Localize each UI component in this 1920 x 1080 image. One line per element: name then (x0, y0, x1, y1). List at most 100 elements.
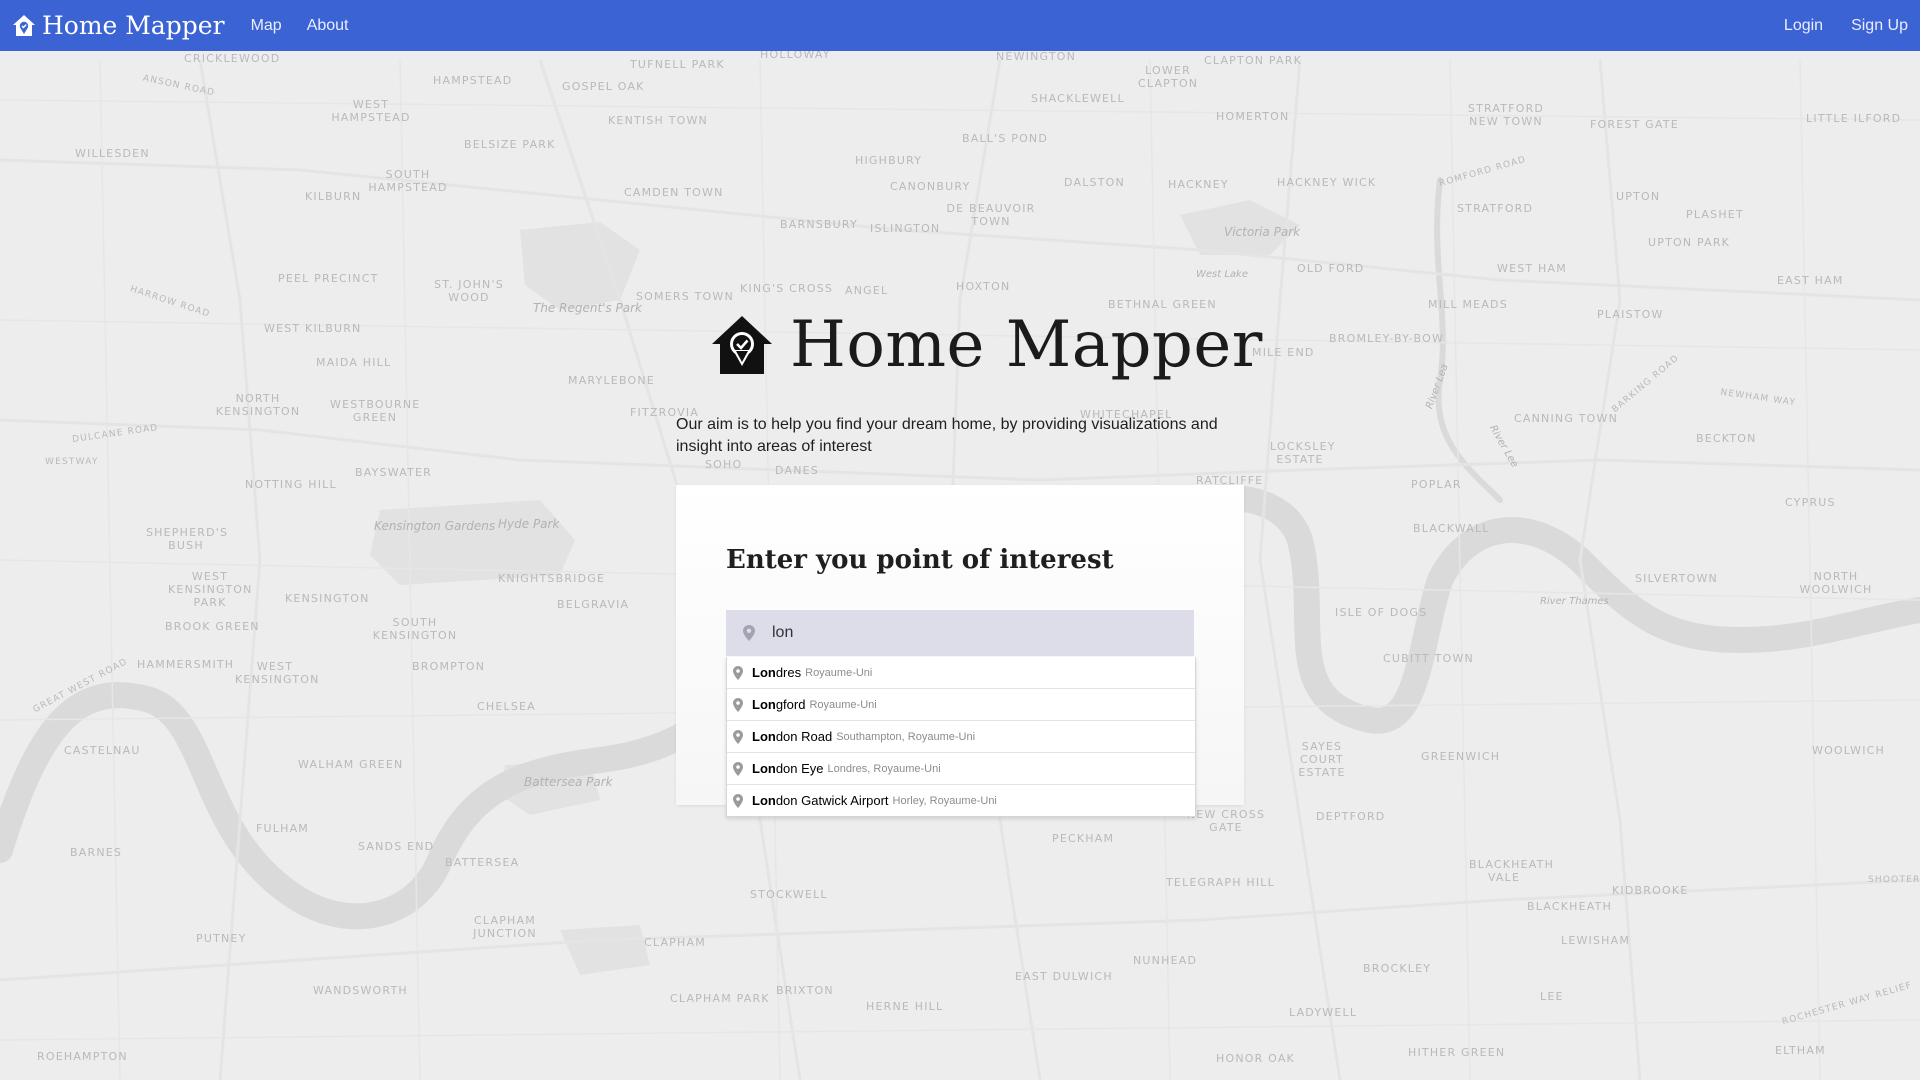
nav-link-about[interactable]: About (307, 17, 349, 35)
map-label: SILVERTOWN (1635, 572, 1718, 585)
map-label: WEST HAMPSTEAD (331, 98, 411, 124)
map-label: WEST HAM (1497, 262, 1567, 275)
map-label: CHELSEA (477, 700, 536, 713)
suggestion-match: Lon (752, 665, 776, 680)
map-label: TUFNELL PARK (630, 58, 725, 71)
map-label: DANES (775, 464, 819, 477)
brand-link[interactable]: Home Mapper (12, 11, 225, 40)
map-label: BELSIZE PARK (464, 138, 556, 151)
map-label: ELTHAM (1775, 1044, 1826, 1057)
map-label: CYPRUS (1785, 496, 1836, 509)
map-label: MAIDA HILL (316, 356, 392, 369)
map-label: KILBURN (305, 190, 362, 203)
search-input[interactable] (770, 623, 1174, 643)
map-label: LITTLE ILFORD (1806, 112, 1902, 125)
map-label: WALHAM GREEN (298, 758, 404, 771)
map-label: DEPTFORD (1316, 810, 1386, 823)
map-label: STRATFORD NEW TOWN (1467, 102, 1545, 128)
nav-link-map[interactable]: Map (251, 17, 282, 35)
map-label: NEWINGTON (996, 50, 1077, 63)
suggestion-match: Lon (752, 793, 776, 808)
signup-link[interactable]: Sign Up (1851, 17, 1908, 35)
suggestion-item[interactable]: Lon don Gatwick Airport Horley, Royaume-Un… (727, 784, 1195, 816)
map-label: KENSINGTON (285, 592, 370, 605)
map-label: Kensington Gardens (374, 519, 496, 533)
map-label: OLD FORD (1297, 262, 1365, 275)
map-label: EAST DULWICH (1015, 970, 1113, 983)
map-label: DALSTON (1064, 176, 1125, 189)
map-label: SOHO (705, 458, 743, 471)
map-label: Victoria Park (1224, 225, 1301, 239)
suggestion-item[interactable]: Lon gford Royaume-Uni (727, 688, 1195, 720)
map-label: SHEPHERD'S BUSH (146, 526, 229, 552)
map-label: TELEGRAPH HILL (1166, 876, 1275, 889)
map-label: CASTELNAU (64, 744, 141, 757)
map-label: SANDS END (358, 840, 435, 853)
map-label: BARNES (70, 846, 123, 859)
map-pin-icon (733, 729, 743, 744)
map-label: KENTISH TOWN (608, 114, 708, 127)
map-label: BARNSBURY (780, 218, 858, 231)
map-label: BRIXTON (776, 984, 834, 997)
search-box[interactable] (726, 610, 1194, 656)
map-label: WEST KENSINGTON PARK (168, 570, 253, 609)
map-label: EAST HAM (1777, 274, 1844, 287)
map-label: BROCKLEY (1363, 962, 1432, 975)
suggestion-match: Lon (752, 697, 776, 712)
suggestion-item[interactable]: Lon dres Royaume-Uni (727, 657, 1195, 688)
search-card-title: Enter you point of interest (726, 545, 1114, 575)
map-label: CRICKLEWOOD (184, 52, 281, 65)
suggestion-rest: dres (775, 665, 802, 680)
map-label: SOMERS TOWN (636, 290, 734, 303)
suggestion-rest: gford (775, 697, 806, 712)
map-label: BATTERSEA (445, 856, 520, 869)
suggestion-rest: don Eye (775, 761, 824, 776)
login-link[interactable]: Login (1784, 17, 1823, 35)
map-label: NORTH WOOLWICH (1799, 570, 1873, 596)
map-label: UPTON PARK (1648, 236, 1731, 249)
map-label: WOOLWICH (1812, 744, 1885, 757)
map-label: ST. JOHN'S WOOD (434, 278, 504, 304)
map-label: BELGRAVIA (557, 598, 630, 611)
map-label: FOREST GATE (1590, 118, 1679, 131)
map-label: GREENWICH (1421, 750, 1501, 763)
map-pin-icon (733, 665, 743, 680)
map-label: CUBITT TOWN (1383, 652, 1474, 665)
suggestion-rest: don Gatwick Airport (775, 793, 889, 808)
map-label: DE BEAUVOIR TOWN (946, 202, 1036, 228)
map-label: WESTWAY (45, 457, 99, 467)
map-pin-icon (743, 625, 755, 641)
map-label: NEW CROSS GATE (1186, 808, 1266, 834)
suggestion-item[interactable]: Lon don Eye Londres, Royaume-Uni (727, 752, 1195, 784)
map-pin-icon (733, 697, 743, 712)
map-label: HACKNEY WICK (1277, 176, 1377, 189)
navbar: Home Mapper Map About Login Sign Up (0, 0, 1920, 51)
map-label: POPLAR (1411, 478, 1462, 491)
suggestion-secondary: Royaume-Uni (805, 666, 873, 679)
map-label: ROEHAMPTON (37, 1050, 128, 1063)
suggestion-secondary: Royaume-Uni (809, 698, 877, 711)
map-label: NOTTING HILL (245, 478, 337, 491)
map-label: LADYWELL (1289, 1006, 1358, 1019)
map-label: MILL MEADS (1428, 298, 1508, 311)
autocomplete-dropdown: Lon dres Royaume-Uni Lon gford Royaume-Uni L… (726, 657, 1196, 817)
map-label: KNIGHTSBRIDGE (498, 572, 606, 585)
map-label: STRATFORD (1457, 202, 1534, 215)
hero-heading: Home Mapper (710, 308, 1263, 382)
map-label: ANGEL (845, 284, 889, 297)
map-label: PEEL PRECINCT (278, 272, 379, 285)
house-pin-icon (712, 316, 772, 374)
map-label: CAMDEN TOWN (624, 186, 724, 199)
map-label: BROMPTON (412, 660, 486, 673)
map-label: HONOR OAK (1216, 1052, 1295, 1065)
map-label: River Thames (1540, 596, 1609, 607)
map-label: KIDBROOKE (1612, 884, 1689, 897)
map-label: Battersea Park (524, 775, 613, 789)
map-label: CLAPHAM JUNCTION (473, 914, 537, 940)
suggestion-item[interactable]: Lon don Road Southampton, Royaume-Uni (727, 720, 1195, 752)
map-label: BROMLEY-BY-BOW (1329, 332, 1445, 345)
map-label: HACKNEY (1168, 178, 1229, 191)
map-label: SHACKLEWELL (1031, 92, 1125, 105)
map-label: ISLE OF DOGS (1335, 606, 1428, 619)
map-label: CLAPHAM PARK (670, 992, 770, 1005)
